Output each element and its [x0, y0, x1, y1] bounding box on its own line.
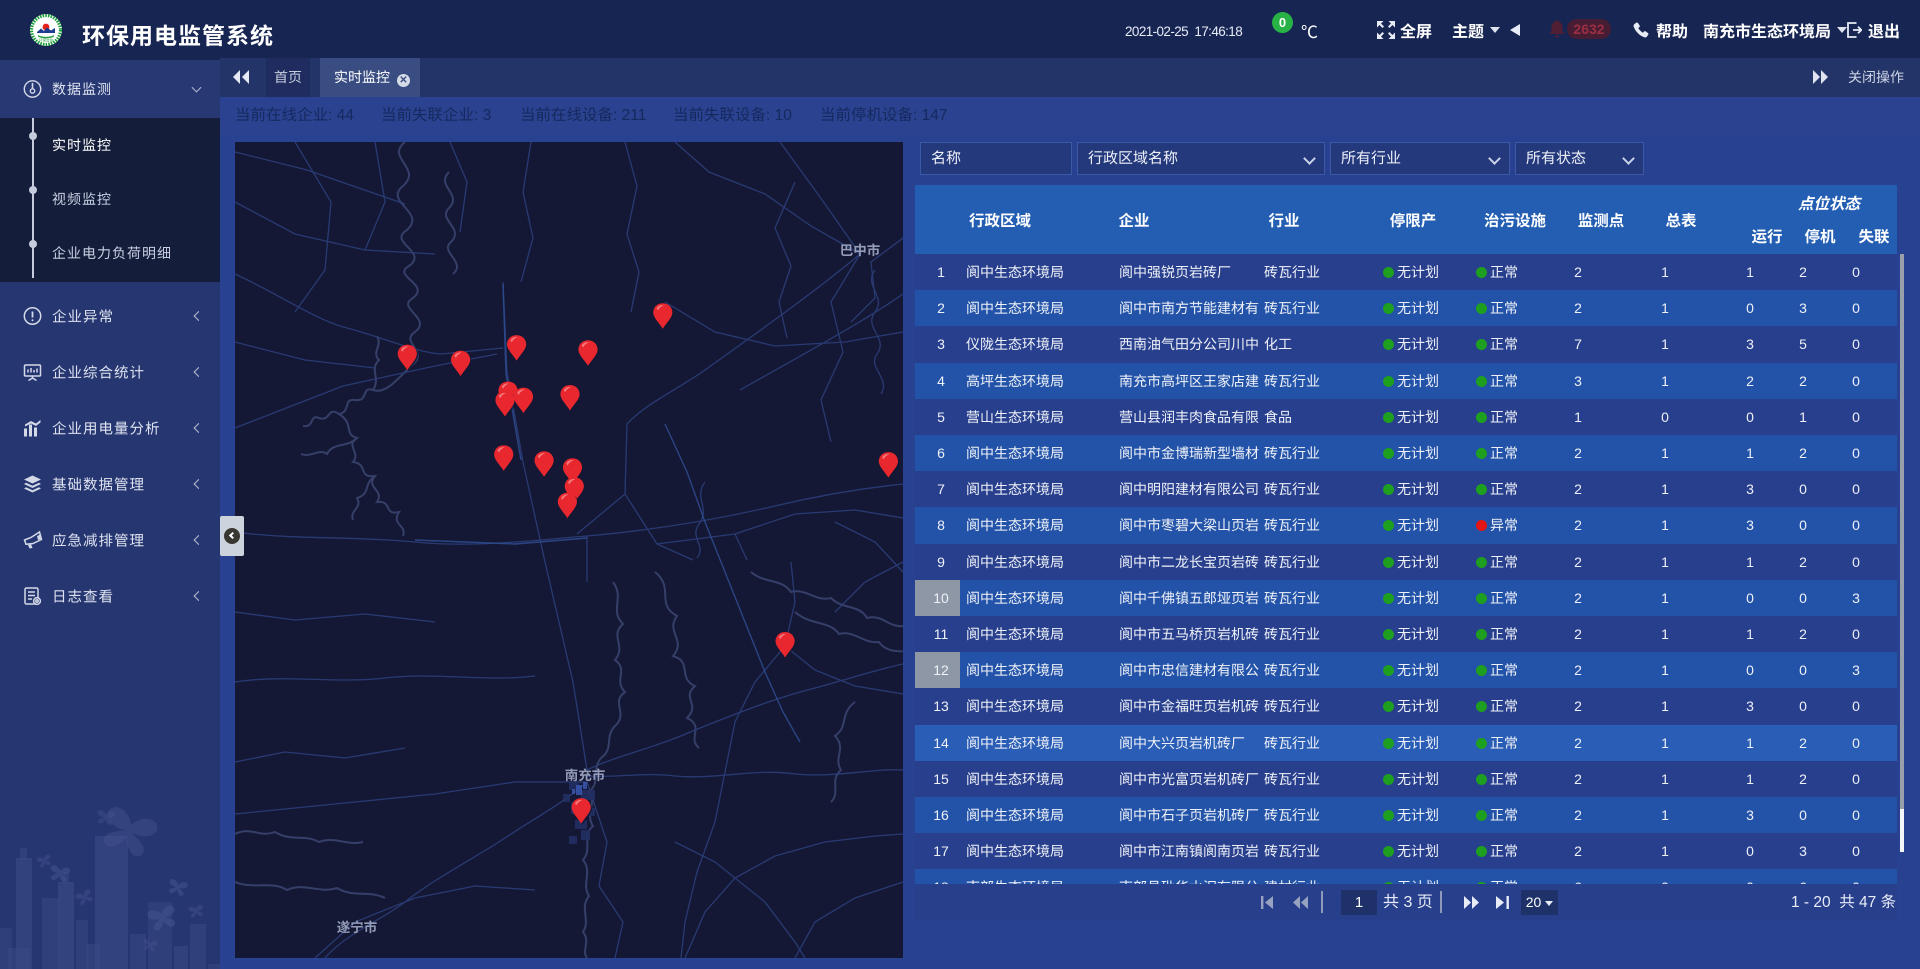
svg-text:环保监管: 环保监管: [39, 39, 53, 43]
svg-text:南充市: 南充市: [565, 768, 606, 783]
svg-text:遂宁市: 遂宁市: [337, 920, 378, 935]
svg-text:巴中市: 巴中市: [840, 243, 881, 258]
